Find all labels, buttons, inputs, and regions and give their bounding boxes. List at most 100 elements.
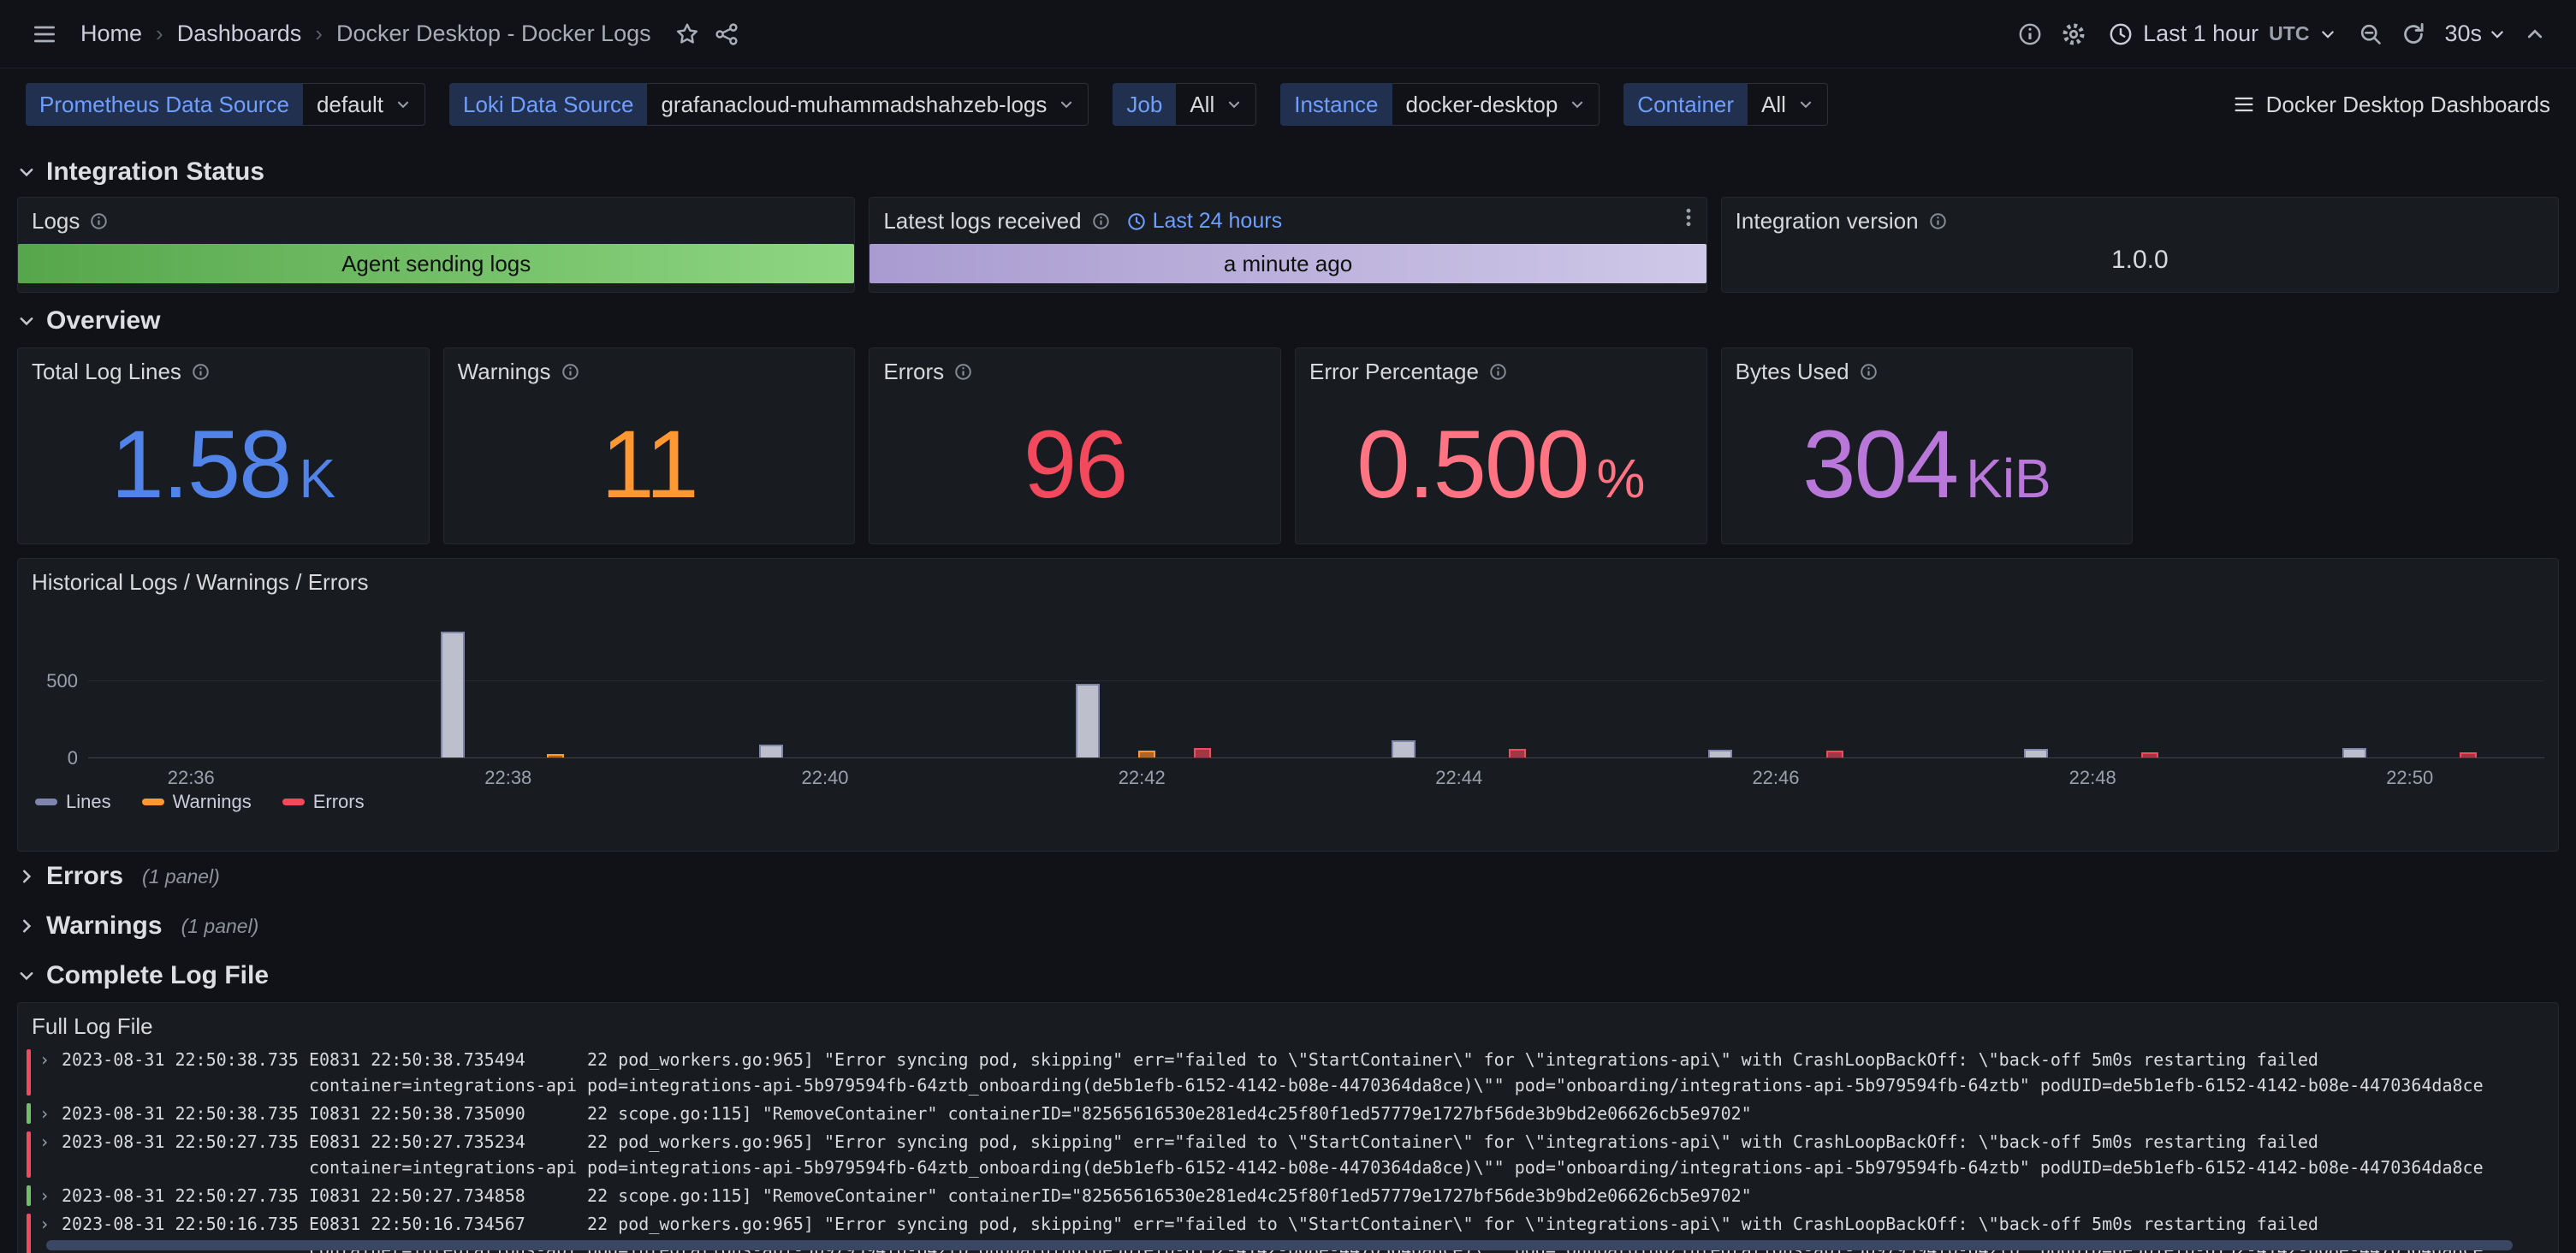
breadcrumb-dashboards[interactable]: Dashboards xyxy=(177,21,302,47)
filter-value-dropdown[interactable]: grafanacloud-muhammadshahzeb-logs xyxy=(647,83,1089,126)
panel-title: Integration version xyxy=(1736,208,1919,235)
row-warnings[interactable]: Warnings (1 panel) xyxy=(17,901,2559,951)
log-timestamp: 2023-08-31 22:50:27.735 xyxy=(62,1183,299,1208)
stat-panel: Bytes Used 304 KiB xyxy=(1721,347,2134,544)
y-tick-label: 0 xyxy=(68,747,78,769)
panel-title: Historical Logs / Warnings / Errors xyxy=(32,569,368,596)
log-level-strip xyxy=(27,1131,31,1178)
info-icon[interactable] xyxy=(192,363,210,381)
filter-value-dropdown[interactable]: All xyxy=(1176,83,1256,126)
legend-item[interactable]: Errors xyxy=(282,791,365,813)
chart-bar-lines xyxy=(759,745,783,757)
x-tick-label: 22:40 xyxy=(801,767,848,789)
x-tick-label: 22:50 xyxy=(2386,767,2433,789)
log-row[interactable]: › 2023-08-31 22:50:38.735 I0831 22:50:38… xyxy=(27,1101,2546,1126)
legend-label: Lines xyxy=(66,791,111,813)
chart-bar-errors xyxy=(2460,752,2477,757)
legend-item[interactable]: Lines xyxy=(35,791,111,813)
legend-item[interactable]: Warnings xyxy=(142,791,252,813)
log-level-strip xyxy=(27,1049,31,1096)
filter-selected-value: default xyxy=(317,92,383,118)
refresh-interval-picker[interactable]: 30s xyxy=(2439,14,2511,54)
stat-value: 11 xyxy=(444,385,855,543)
menu-toggle-button[interactable] xyxy=(26,15,63,53)
breadcrumb-home[interactable]: Home xyxy=(80,21,142,47)
chevron-down-icon xyxy=(1059,97,1074,112)
x-tick-label: 22:46 xyxy=(1752,767,1799,789)
log-row[interactable]: › 2023-08-31 22:50:27.735 I0831 22:50:27… xyxy=(27,1183,2546,1208)
stat-panel: Errors 96 xyxy=(869,347,1281,544)
log-timestamp: 2023-08-31 22:50:38.735 xyxy=(62,1101,299,1126)
info-icon[interactable] xyxy=(1929,212,1947,230)
panel-menu-button[interactable] xyxy=(1677,206,1700,229)
info-icon[interactable] xyxy=(1092,212,1110,230)
log-expand-chevron[interactable]: › xyxy=(39,1183,62,1208)
info-icon[interactable] xyxy=(1860,363,1878,381)
filter-value-dropdown[interactable]: All xyxy=(1748,83,1828,126)
stat-number: 1.58 xyxy=(110,417,290,513)
chevron-down-icon xyxy=(395,97,411,112)
clock-icon xyxy=(1127,212,1146,231)
log-row[interactable]: › 2023-08-31 22:50:27.735 E0831 22:50:27… xyxy=(27,1129,2546,1180)
legend-label: Errors xyxy=(313,791,365,813)
chevron-down-icon xyxy=(1570,97,1585,112)
time-range-picker[interactable]: Last 1 hour UTC xyxy=(2100,14,2345,54)
collapse-navbar-button[interactable] xyxy=(2520,19,2550,50)
info-icon[interactable] xyxy=(954,363,972,381)
chevron-down-icon xyxy=(2319,26,2336,43)
info-icon[interactable] xyxy=(90,212,108,230)
variable-filter: Loki Data Source grafanacloud-muhammadsh… xyxy=(449,83,1089,126)
stat-value: 1.58 K xyxy=(18,385,429,543)
list-icon xyxy=(2232,92,2256,116)
chart-bar-errors xyxy=(1826,751,1843,757)
log-lines: › 2023-08-31 22:50:38.735 E0831 22:50:38… xyxy=(18,1040,2558,1253)
time-range-label: Last 1 hour xyxy=(2143,21,2258,47)
log-expand-chevron[interactable]: › xyxy=(39,1047,62,1098)
log-expand-chevron[interactable]: › xyxy=(39,1101,62,1126)
log-horizontal-scrollbar[interactable] xyxy=(46,1240,2513,1250)
row-integration-status[interactable]: Integration Status xyxy=(17,144,2559,197)
clock-icon xyxy=(2109,22,2133,46)
chart-area: 0500 22:3622:3822:4022:4222:4422:4622:48… xyxy=(18,596,2558,789)
log-level-strip xyxy=(27,1103,31,1124)
share-icon xyxy=(715,22,739,46)
stat-title: Bytes Used xyxy=(1736,359,1849,385)
row-errors[interactable]: Errors (1 panel) xyxy=(17,852,2559,901)
refresh-interval-label: 30s xyxy=(2444,21,2482,47)
stat-number: 96 xyxy=(1024,417,1127,513)
row-complete-log-file[interactable]: Complete Log File xyxy=(17,951,2559,1001)
info-icon[interactable] xyxy=(1489,363,1507,381)
filter-selected-value: grafanacloud-muhammadshahzeb-logs xyxy=(661,92,1047,118)
log-message: E0831 22:50:38.735494 22 pod_workers.go:… xyxy=(309,1047,2546,1098)
filter-value-dropdown[interactable]: default xyxy=(303,83,425,126)
breadcrumb-separator: › xyxy=(156,21,163,47)
dashboard-insights-button[interactable] xyxy=(2013,17,2047,51)
row-title: Errors xyxy=(46,862,123,891)
chevron-down-icon xyxy=(1798,97,1813,112)
zoom-out-time-button[interactable] xyxy=(2353,17,2388,51)
info-icon[interactable] xyxy=(561,363,579,381)
stat-value: 0.500 % xyxy=(1296,385,1706,543)
filter-value-dropdown[interactable]: docker-desktop xyxy=(1392,83,1600,126)
dashboard-settings-button[interactable] xyxy=(2056,16,2092,52)
chevron-right-icon xyxy=(17,867,36,886)
log-expand-chevron[interactable]: › xyxy=(39,1129,62,1180)
x-axis: 22:3622:3822:4022:4222:4422:4622:4822:50 xyxy=(88,758,2544,789)
breadcrumb-separator: › xyxy=(315,21,323,47)
stat-number: 0.500 xyxy=(1356,417,1588,513)
favorite-button[interactable] xyxy=(670,17,704,51)
x-tick-label: 22:48 xyxy=(2069,767,2116,789)
chart-bar-lines xyxy=(1392,740,1416,757)
panel-title: Full Log File xyxy=(32,1013,153,1040)
chart-bar-warnings xyxy=(547,754,564,757)
refresh-button[interactable] xyxy=(2396,17,2431,51)
panel-time-override-link[interactable]: Last 24 hours xyxy=(1127,209,1283,234)
kebab-icon xyxy=(1677,206,1700,229)
dashboards-list-link[interactable]: Docker Desktop Dashboards xyxy=(2232,92,2550,118)
integration-status-panels: Logs Agent sending logs Latest logs rece… xyxy=(17,197,2559,293)
log-row[interactable]: › 2023-08-31 22:50:38.735 E0831 22:50:38… xyxy=(27,1047,2546,1098)
share-button[interactable] xyxy=(709,17,744,51)
row-panel-count: (1 panel) xyxy=(181,915,259,938)
row-overview[interactable]: Overview xyxy=(17,293,2559,346)
chart-bar-errors xyxy=(2141,752,2158,757)
